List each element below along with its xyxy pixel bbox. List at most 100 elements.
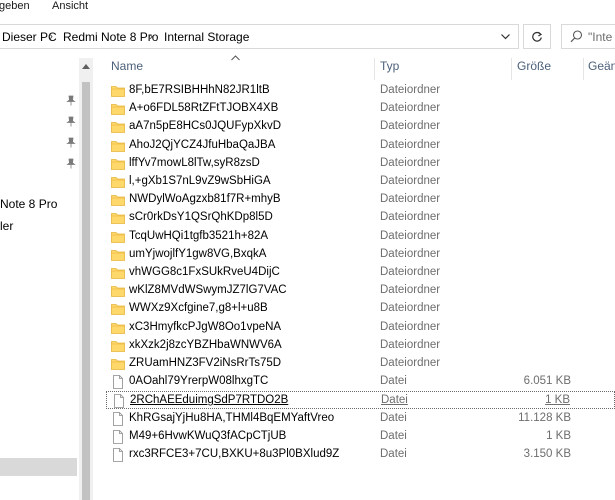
file-name: NWDylWoAgzxb81f7R+mhyB	[129, 193, 281, 206]
folder-row[interactable]: A+o6FDL58RtZFtTJOBX4XB Dateiordner	[106, 100, 615, 118]
folder-icon	[111, 286, 125, 298]
file-name: TcqUwHQi1tgfb3521h+82A	[129, 229, 269, 242]
sort-ascending-icon	[231, 55, 240, 61]
breadcrumb-chevron-icon[interactable]: ›	[149, 29, 153, 43]
folder-row[interactable]: WWXz9Xcfgine7,g8+l+u8B Dateiordner	[106, 300, 615, 318]
pin-icon[interactable]	[66, 158, 76, 169]
file-type: Dateiordner	[380, 84, 441, 96]
ribbon-tab-share[interactable]: geben	[0, 0, 30, 12]
file-type: Dateiordner	[380, 102, 441, 115]
file-icon	[113, 429, 123, 444]
file-size: 6.051 KB	[523, 375, 571, 388]
file-name: rxc3RFCE3+7CU,BXKU+8u3Pl0BXlud9Z	[129, 448, 340, 460]
column-header-name[interactable]: Name	[111, 59, 143, 79]
file-name: KhRGsajYjHu8HA,THMl4BqEMYaftVreo	[129, 411, 335, 424]
file-name: 2RChAEEduimgSdP7RTDO2B	[130, 394, 289, 407]
file-name: xkXzk2j8zcYBZHbaWNWV6A	[129, 338, 282, 351]
file-row[interactable]: 0AOahl79YrerpW08lhxgTC Datei 6.051 KB	[106, 373, 615, 391]
chevron-down-icon	[501, 33, 510, 39]
file-type: Dateiordner	[380, 247, 441, 260]
column-divider[interactable]	[583, 58, 584, 80]
file-name: umYjwojlfY1gw8VG,BxqkA	[129, 247, 267, 260]
file-row[interactable]: rxc3RFCE3+7CU,BXKU+8u3Pl0BXlud9Z Datei 3.1…	[106, 446, 615, 464]
folder-icon	[111, 359, 125, 370]
folder-row[interactable]: sCr0rkDsY1QSrQhKDp8l5D Dateiordner	[106, 209, 615, 227]
file-type: Dateiordner	[380, 357, 441, 369]
folder-row[interactable]: xC3HmyfkcPJgW8Oo1vpeNA Dateiordner	[106, 319, 615, 337]
file-row[interactable]: 2RChAEEduimgSdP7RTDO2B Datei 1 KB	[106, 391, 615, 410]
file-name: wKlZ8MVdWSwymJZ7lG7VAC	[129, 284, 287, 297]
nav-item-device[interactable]: Note 8 Pro	[0, 197, 57, 211]
file-list: Name Typ Größe Geänd 8F,bE7RSIBHHhN82JR1…	[94, 55, 615, 500]
file-icon	[113, 411, 123, 426]
file-name: xC3HmyfkcPJgW8Oo1vpeNA	[129, 320, 282, 333]
folder-row[interactable]: aA7n5pE8HCs0JQUFypXkvD Dateiordner	[106, 118, 615, 136]
column-header-size[interactable]: Größe	[517, 59, 551, 79]
folder-row[interactable]: 8F,bE7RSIBHHhN82JR1ltB Dateiordner	[106, 82, 615, 100]
ribbon-tabs: geben Ansicht	[0, 0, 615, 14]
column-divider[interactable]	[374, 58, 375, 80]
folder-row[interactable]: xkXzk2j8zcYBZHbaWNWV6A Dateiordner	[106, 337, 615, 355]
folder-row[interactable]: lffYv7mowL8lTw,syR8zsD Dateiordner	[106, 155, 615, 173]
breadcrumb-chevron-icon[interactable]: ›	[49, 29, 53, 43]
file-type: Dateiordner	[380, 175, 441, 187]
file-name: ZRUamHNZ3FV2iNsRrTs75D	[129, 357, 282, 369]
folder-icon	[111, 249, 125, 261]
file-row[interactable]: KhRGsajYjHu8HA,THMl4BqEMYaftVreo Datei 11.…	[106, 410, 615, 428]
folder-icon	[111, 231, 125, 243]
file-type: Dateiordner	[380, 284, 441, 297]
breadcrumb-device[interactable]: Redmi Note 8 Pro	[63, 30, 158, 44]
folder-icon	[111, 122, 125, 134]
folder-icon	[111, 213, 125, 225]
file-name: vhWGG8c1FxSUkRveU4DijC	[129, 266, 280, 278]
nav-item-selected[interactable]	[0, 458, 77, 476]
file-row[interactable]: M49+6HvwKWuQ3fACpCTjUB Datei 1 KB	[106, 428, 615, 446]
file-type: Dateiordner	[380, 320, 441, 333]
file-type: Dateiordner	[380, 193, 441, 206]
column-header-changed[interactable]: Geänd	[588, 59, 615, 79]
file-type: Datei	[380, 429, 407, 442]
folder-icon	[111, 340, 125, 352]
file-icon	[114, 394, 124, 409]
file-size: 1 KB	[546, 429, 571, 442]
nav-item-folder[interactable]: ler	[0, 219, 13, 233]
column-divider[interactable]	[511, 58, 512, 80]
breadcrumb-internal-storage[interactable]: Internal Storage	[164, 30, 249, 44]
folder-icon	[111, 86, 125, 97]
ribbon-tab-view[interactable]: Ansicht	[52, 0, 88, 12]
column-header-type[interactable]: Typ	[380, 59, 399, 79]
pin-icon[interactable]	[66, 95, 76, 106]
pin-icon[interactable]	[66, 116, 76, 127]
address-row: Dieser PC › Redmi Note 8 Pro › Internal …	[0, 14, 615, 58]
folder-row[interactable]: wKlZ8MVdWSwymJZ7lG7VAC Dateiordner	[106, 282, 615, 300]
folder-row[interactable]: AhoJ2QjYCZ4JfuHbaQaJBA Dateiordner	[106, 137, 615, 155]
folder-icon	[111, 158, 125, 170]
address-bar[interactable]: Dieser PC › Redmi Note 8 Pro › Internal …	[0, 24, 519, 49]
refresh-button[interactable]	[523, 24, 551, 49]
file-type: Datei	[380, 411, 407, 424]
folder-row[interactable]: TcqUwHQi1tgfb3521h+82A Dateiordner	[106, 228, 615, 246]
search-box[interactable]: "Inte	[561, 24, 615, 49]
folder-row[interactable]: umYjwojlfY1gw8VG,BxqkA Dateiordner	[106, 246, 615, 264]
folder-icon	[111, 322, 125, 334]
address-dropdown-button[interactable]	[493, 25, 518, 48]
search-placeholder: "Inte	[588, 30, 613, 44]
scroll-up-arrow-icon[interactable]	[79, 58, 93, 74]
file-name: M49+6HvwKWuQ3fACpCTjUB	[129, 429, 287, 442]
navigation-pane: Note 8 Pro ler	[0, 58, 78, 500]
refresh-icon	[532, 31, 543, 42]
pin-icon[interactable]	[66, 137, 76, 148]
file-name: lffYv7mowL8lTw,syR8zsD	[129, 156, 260, 169]
file-icon	[113, 375, 123, 390]
file-type: Dateiordner	[380, 138, 441, 151]
file-size: 11.128 KB	[518, 411, 571, 424]
folder-row[interactable]: NWDylWoAgzxb81f7R+mhyB Dateiordner	[106, 191, 615, 209]
file-name: A+o6FDL58RtZFtTJOBX4XB	[129, 102, 279, 115]
file-name: sCr0rkDsY1QSrQhKDp8l5D	[129, 211, 273, 224]
folder-row[interactable]: l,+gXb1S7nL9vZ9wSbHiGA Dateiordner	[106, 173, 615, 191]
folder-icon	[111, 268, 125, 279]
folder-row[interactable]: vhWGG8c1FxSUkRveU4DijC Dateiordner	[106, 264, 615, 282]
nav-scrollbar-thumb[interactable]	[82, 82, 90, 500]
folder-icon	[111, 104, 125, 116]
folder-row[interactable]: ZRUamHNZ3FV2iNsRrTs75D Dateiordner	[106, 355, 615, 373]
